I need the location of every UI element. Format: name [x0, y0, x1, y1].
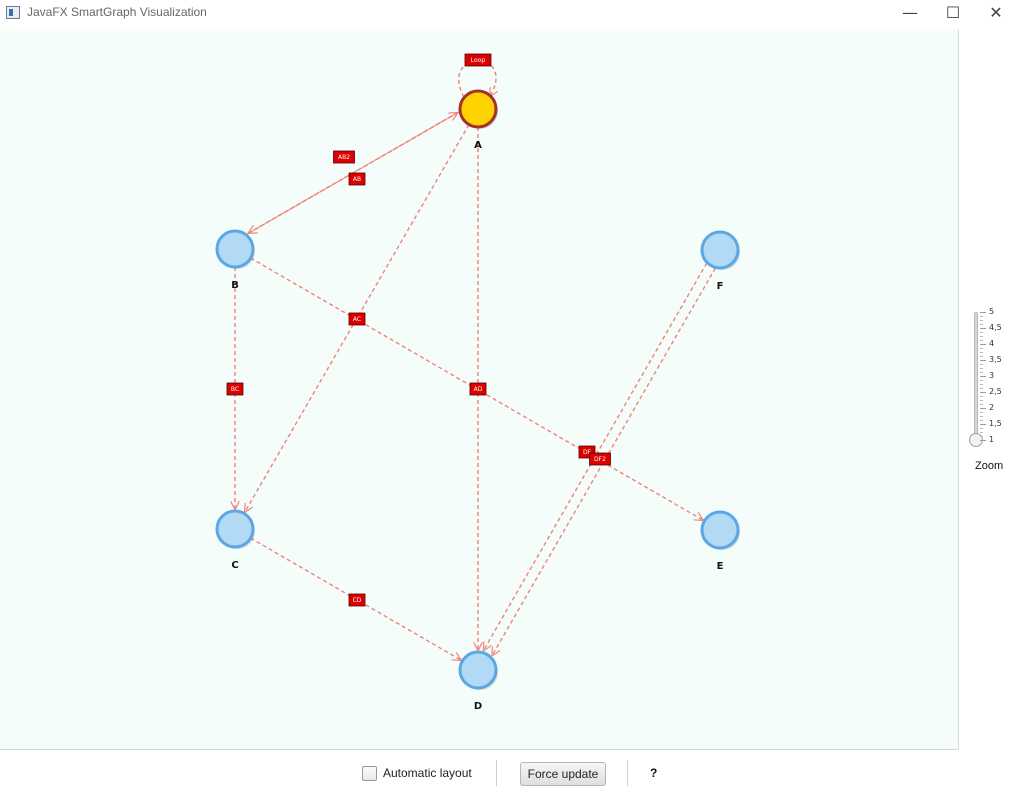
vertex-circle[interactable]	[215, 229, 255, 269]
vertex-circle[interactable]	[700, 230, 740, 270]
edge-label-cd[interactable]: CD	[348, 593, 366, 607]
maximize-button[interactable]: ☐	[930, 0, 976, 28]
minimize-icon: —	[902, 3, 918, 22]
edge-ab[interactable]	[249, 111, 460, 233]
zoom-minor-tick	[980, 380, 983, 381]
vertex-c[interactable]: C	[215, 509, 255, 571]
zoom-minor-tick	[980, 412, 983, 413]
edge-label-text: AD	[474, 386, 483, 393]
edge-label-ab2[interactable]: AB2	[333, 150, 355, 164]
zoom-minor-tick	[980, 372, 983, 373]
zoom-tick-label: 2	[989, 403, 995, 412]
edge-label-ac[interactable]: AC	[348, 312, 366, 326]
automatic-layout-label[interactable]: Automatic layout	[383, 766, 472, 780]
zoom-minor-tick	[980, 352, 983, 353]
bottom-toolbar: Automatic layout Force update ?	[0, 750, 1019, 795]
vertex-f[interactable]: F	[700, 230, 740, 292]
zoom-minor-tick	[980, 384, 983, 385]
title-bar: JavaFX SmartGraph Visualization — ☐ ✕	[0, 0, 1019, 28]
zoom-control: 5 4,5 4 3,5 3 2,5 2 1,5 1 Zoom	[960, 300, 1019, 480]
zoom-tick	[980, 376, 986, 377]
vertex-label: D	[474, 701, 482, 712]
vertex-label: C	[231, 560, 238, 571]
zoom-minor-tick	[980, 332, 983, 333]
maximize-icon: ☐	[945, 3, 961, 22]
zoom-tick	[980, 344, 986, 345]
zoom-minor-tick	[980, 336, 983, 337]
vertex-label: F	[717, 281, 724, 292]
vertex-label: A	[474, 140, 482, 151]
edge-label-ad[interactable]: AD	[469, 382, 487, 396]
vertex-a[interactable]: A	[458, 89, 498, 151]
zoom-tick	[980, 392, 986, 393]
zoom-minor-tick	[980, 420, 983, 421]
vertex-label: E	[717, 561, 724, 572]
edge-label-text: AB2	[338, 154, 350, 161]
zoom-minor-tick	[980, 416, 983, 417]
zoom-slider-track[interactable]	[974, 312, 978, 442]
zoom-minor-tick	[980, 316, 983, 317]
window-title: JavaFX SmartGraph Visualization	[27, 5, 207, 19]
zoom-tick-label: 2,5	[989, 387, 1002, 396]
zoom-minor-tick	[980, 396, 983, 397]
zoom-tick-label: 4	[989, 339, 995, 348]
close-button[interactable]: ✕	[973, 0, 1019, 28]
zoom-minor-tick	[980, 320, 983, 321]
edge-label-df2[interactable]: DF2	[589, 452, 611, 466]
edge-label-ab[interactable]: AB	[348, 172, 366, 186]
help-button[interactable]: ?	[650, 766, 657, 780]
zoom-minor-tick	[980, 436, 983, 437]
edge-label-text: AB	[353, 176, 361, 183]
zoom-minor-tick	[980, 348, 983, 349]
zoom-tick	[980, 360, 986, 361]
zoom-minor-tick	[980, 404, 983, 405]
zoom-tick-label: 3,5	[989, 355, 1002, 364]
zoom-minor-tick	[980, 356, 983, 357]
vertex-d[interactable]: D	[458, 650, 498, 712]
edge-label-text: CD	[353, 597, 362, 604]
zoom-tick-label: 1,5	[989, 419, 1002, 428]
zoom-minor-tick	[980, 368, 983, 369]
zoom-tick	[980, 312, 986, 313]
close-icon: ✕	[989, 3, 1003, 22]
graph-canvas[interactable]: Loop AB2 AB AC AD BC CD DF DF2 A B C D E F	[0, 29, 959, 750]
zoom-minor-tick	[980, 364, 983, 365]
zoom-minor-tick	[980, 388, 983, 389]
edge-label-text: DF2	[594, 456, 606, 463]
edge-label-text: BC	[231, 386, 239, 393]
zoom-minor-tick	[980, 400, 983, 401]
zoom-tick	[980, 408, 986, 409]
edge-labels-layer: LoopAB2ABACADBCCDDFDF2	[226, 53, 611, 607]
app-icon	[6, 6, 20, 19]
zoom-minor-tick	[980, 428, 983, 429]
zoom-tick	[980, 440, 986, 441]
zoom-minor-tick	[980, 432, 983, 433]
automatic-layout-checkbox[interactable]	[362, 766, 377, 781]
vertex-b[interactable]: B	[215, 229, 255, 291]
zoom-tick-label: 3	[989, 371, 995, 380]
zoom-label: Zoom	[975, 460, 1004, 472]
edge-label-text: AC	[353, 316, 361, 323]
edge-label-bc[interactable]: BC	[226, 382, 244, 396]
toolbar-separator	[496, 760, 497, 786]
vertex-label: B	[231, 280, 239, 291]
edge-label-loop[interactable]: Loop	[464, 53, 492, 67]
vertex-circle[interactable]	[700, 510, 740, 550]
zoom-tick-label: 5	[989, 307, 995, 316]
zoom-tick-label: 1	[989, 435, 995, 444]
minimize-button[interactable]: —	[887, 0, 933, 28]
toolbar-separator	[627, 760, 628, 786]
vertex-circle[interactable]	[215, 509, 255, 549]
zoom-minor-tick	[980, 324, 983, 325]
zoom-tick-label: 4,5	[989, 323, 1002, 332]
zoom-tick	[980, 424, 986, 425]
zoom-minor-tick	[980, 340, 983, 341]
vertex-circle[interactable]	[458, 89, 498, 129]
vertex-circle[interactable]	[458, 650, 498, 690]
edge-label-text: Loop	[471, 57, 486, 64]
graph-view[interactable]: LoopAB2ABACADBCCDDFDF2ABCDEF	[0, 29, 958, 749]
zoom-tick	[980, 328, 986, 329]
vertex-e[interactable]: E	[700, 510, 740, 572]
force-update-button[interactable]: Force update	[520, 762, 606, 786]
